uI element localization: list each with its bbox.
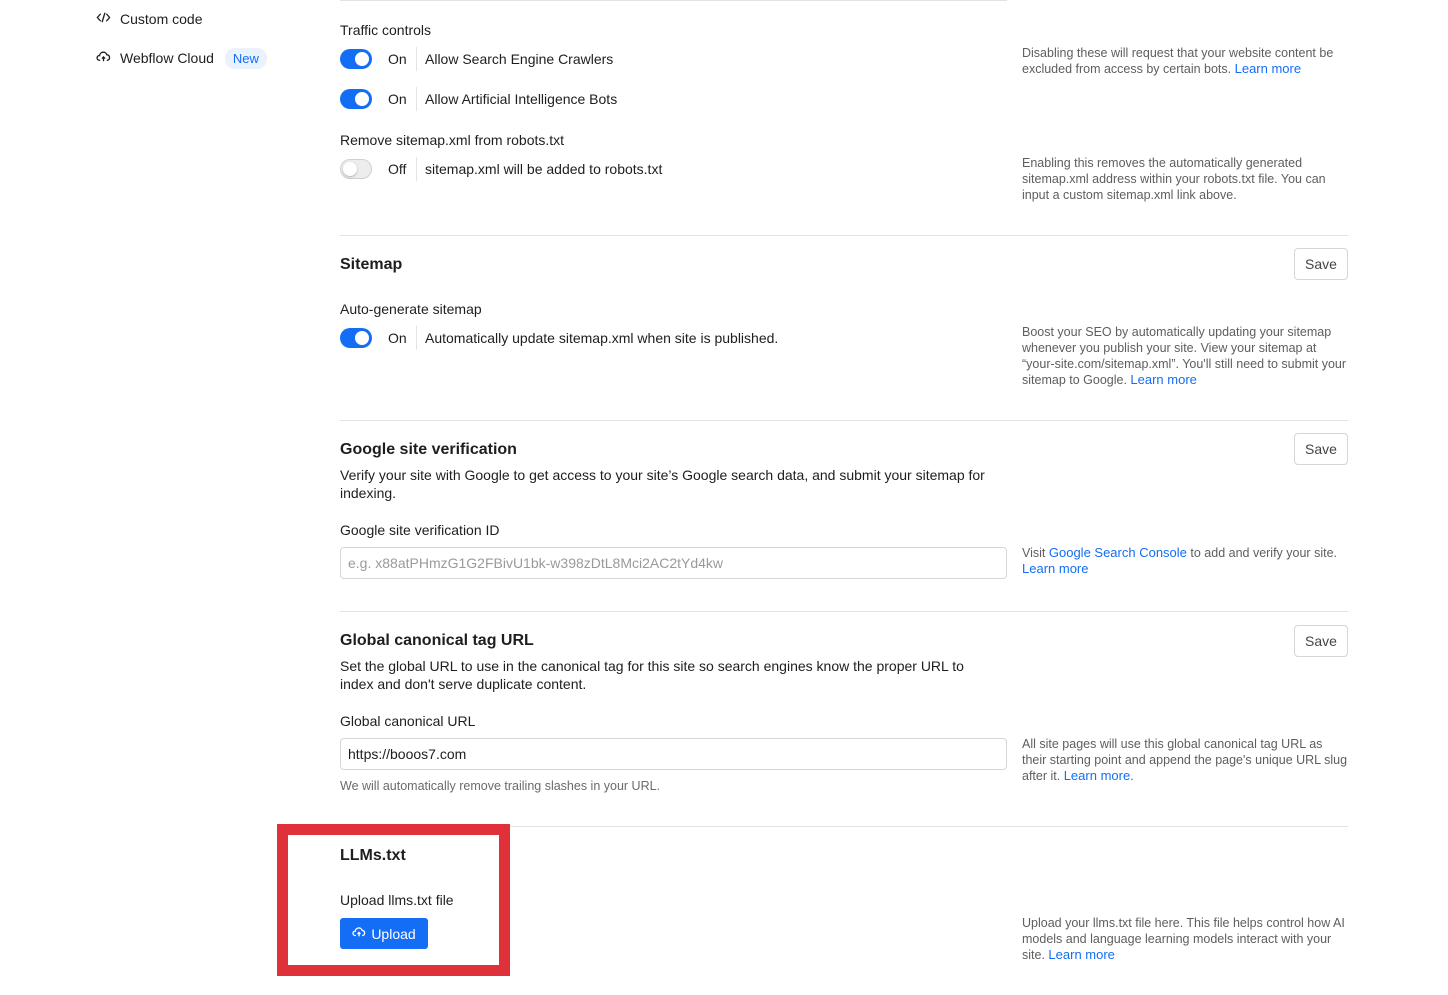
divider <box>340 611 1348 612</box>
cloud-icon <box>96 49 111 67</box>
learn-more-link[interactable]: Learn more <box>1022 561 1088 576</box>
google-search-console-link[interactable]: Google Search Console <box>1049 545 1187 560</box>
search-crawlers-toggle[interactable] <box>340 49 372 69</box>
canonical-save-button[interactable]: Save <box>1294 625 1348 657</box>
code-icon <box>96 10 111 28</box>
sidebar-item-label: Custom code <box>120 11 203 27</box>
sitemap-help-text: Boost your SEO by automatically updating… <box>1022 325 1347 387</box>
canonical-help-text: All site pages will use this global cano… <box>1022 737 1348 783</box>
canonical-title: Global canonical tag URL <box>340 632 534 649</box>
learn-more-link[interactable]: Learn more <box>1048 947 1114 962</box>
learn-more-link[interactable]: Learn more <box>1235 61 1301 76</box>
toggle-state: On <box>388 91 407 107</box>
highlight-annotation-box <box>277 824 510 976</box>
canonical-hint: We will automatically remove trailing sl… <box>340 779 661 793</box>
google-help-text: Visit Google Search Console to add and v… <box>1022 545 1337 576</box>
remove-sitemap-toggle[interactable] <box>340 159 372 179</box>
auto-sitemap-toggle[interactable] <box>340 328 372 348</box>
toggle-label: Allow Search Engine Crawlers <box>425 51 614 67</box>
toggle-state: Off <box>388 161 407 177</box>
learn-more-link[interactable]: Learn more. <box>1064 768 1134 783</box>
google-id-label: Google site verification ID <box>340 522 500 538</box>
sitemap-title: Sitemap <box>340 256 403 273</box>
traffic-help-text: Disabling these will request that your w… <box>1022 46 1334 76</box>
google-save-button[interactable]: Save <box>1294 433 1348 465</box>
sidebar-item-label: Webflow Cloud <box>120 50 214 66</box>
divider <box>340 0 1007 1</box>
toggle-label: Automatically update sitemap.xml when si… <box>425 330 779 346</box>
toggle-state: On <box>388 330 407 346</box>
learn-more-link[interactable]: Learn more <box>1130 372 1196 387</box>
auto-generate-sitemap-label: Auto-generate sitemap <box>340 301 482 317</box>
ai-bots-toggle[interactable] <box>340 89 372 109</box>
sitemap-save-button[interactable]: Save <box>1294 248 1348 280</box>
google-verification-id-input[interactable] <box>340 547 1007 579</box>
sidebar-item-webflow-cloud[interactable]: Webflow Cloud New <box>96 47 267 69</box>
toggle-state: On <box>388 51 407 67</box>
auto-sitemap-toggle-row: On Automatically update sitemap.xml when… <box>340 326 778 350</box>
sidebar-item-custom-code[interactable]: Custom code <box>96 8 202 30</box>
canonical-url-label: Global canonical URL <box>340 713 476 729</box>
toggle-label: Allow Artificial Intelligence Bots <box>425 91 618 107</box>
new-badge: New <box>224 47 267 69</box>
remove-sitemap-label: Remove sitemap.xml from robots.txt <box>340 132 565 148</box>
remove-sitemap-toggle-row: Off sitemap.xml will be added to robots.… <box>340 157 662 181</box>
google-verification-description: Verify your site with Google to get acce… <box>340 467 985 501</box>
divider <box>340 235 1348 236</box>
remove-sitemap-help-text: Enabling this removes the automatically … <box>1022 156 1326 202</box>
ai-bots-toggle-row: On Allow Artificial Intelligence Bots <box>340 87 617 111</box>
canonical-url-input[interactable] <box>340 738 1007 770</box>
llms-help-text: Upload your llms.txt file here. This fil… <box>1022 916 1345 962</box>
google-verification-title: Google site verification <box>340 441 517 458</box>
divider <box>340 420 1348 421</box>
canonical-description: Set the global URL to use in the canonic… <box>340 658 964 692</box>
traffic-controls-label: Traffic controls <box>340 22 432 38</box>
toggle-label: sitemap.xml will be added to robots.txt <box>425 161 663 177</box>
search-crawlers-toggle-row: On Allow Search Engine Crawlers <box>340 47 613 71</box>
